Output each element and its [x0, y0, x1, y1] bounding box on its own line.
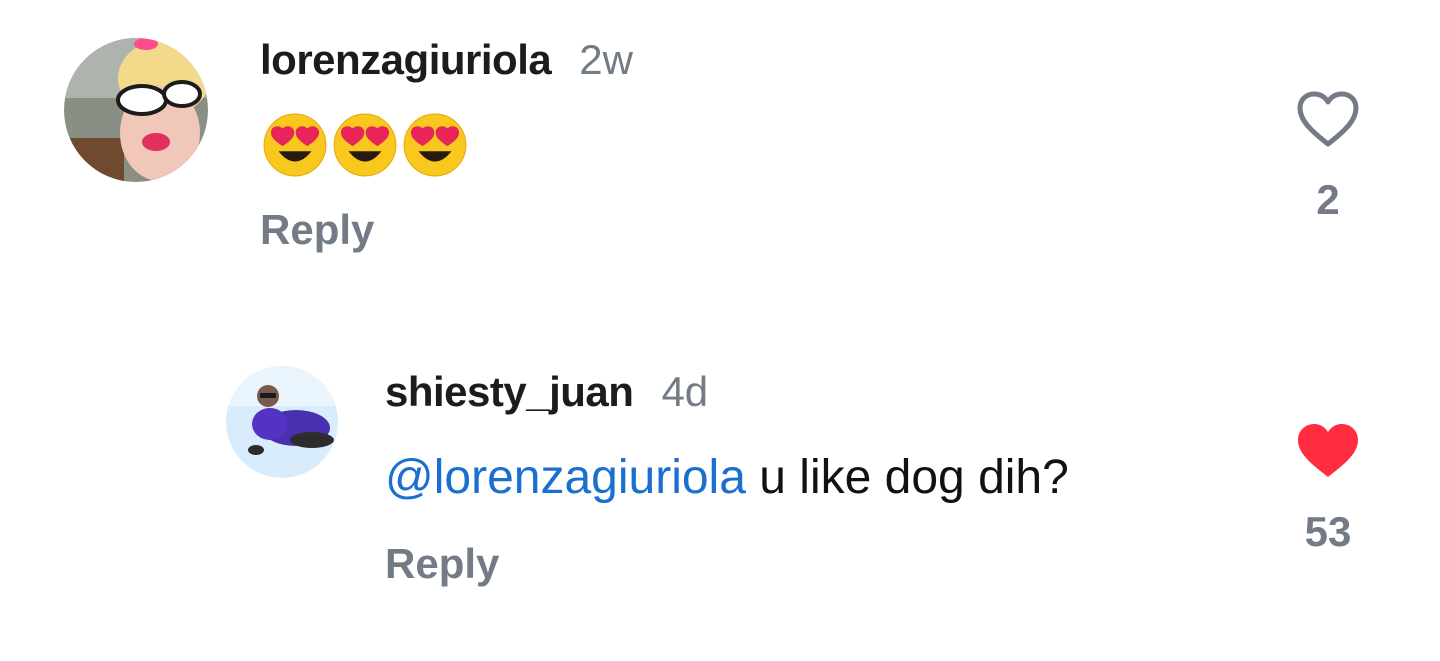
heart-filled-icon[interactable] [1296, 422, 1360, 480]
reply-button[interactable]: Reply [260, 206, 374, 254]
username-text[interactable]: lorenzagiuriola [260, 36, 552, 83]
like-count: 2 [1316, 176, 1340, 223]
comment-timestamp: 4d [661, 368, 709, 415]
like-control: 53 [1288, 422, 1368, 556]
like-count: 53 [1304, 508, 1352, 555]
username-text[interactable]: shiesty_juan [385, 368, 634, 415]
heart-outline-icon[interactable] [1296, 90, 1360, 148]
comment-text: u like dog dih? [745, 451, 1069, 504]
avatar-image [226, 366, 338, 478]
avatar[interactable] [64, 38, 208, 182]
comment-username[interactable]: lorenzagiuriola 2w [260, 36, 633, 84]
reply-button[interactable]: Reply [385, 540, 499, 588]
avatar[interactable] [226, 366, 338, 478]
comment-body: @lorenzagiuriola u like dog dih? [385, 450, 1069, 505]
comments-thread: lorenzagiuriola 2w Reply 2 shiesty_juan … [0, 0, 1440, 661]
comment-timestamp: 2w [579, 36, 633, 83]
heart-eyes-emoji [332, 112, 398, 178]
avatar-image [64, 38, 208, 182]
heart-eyes-emoji [262, 112, 328, 178]
like-control: 2 [1288, 90, 1368, 224]
comment-body [262, 112, 468, 178]
heart-eyes-emoji [402, 112, 468, 178]
comment-username[interactable]: shiesty_juan 4d [385, 368, 708, 416]
mention-link[interactable]: @lorenzagiuriola [385, 451, 746, 504]
